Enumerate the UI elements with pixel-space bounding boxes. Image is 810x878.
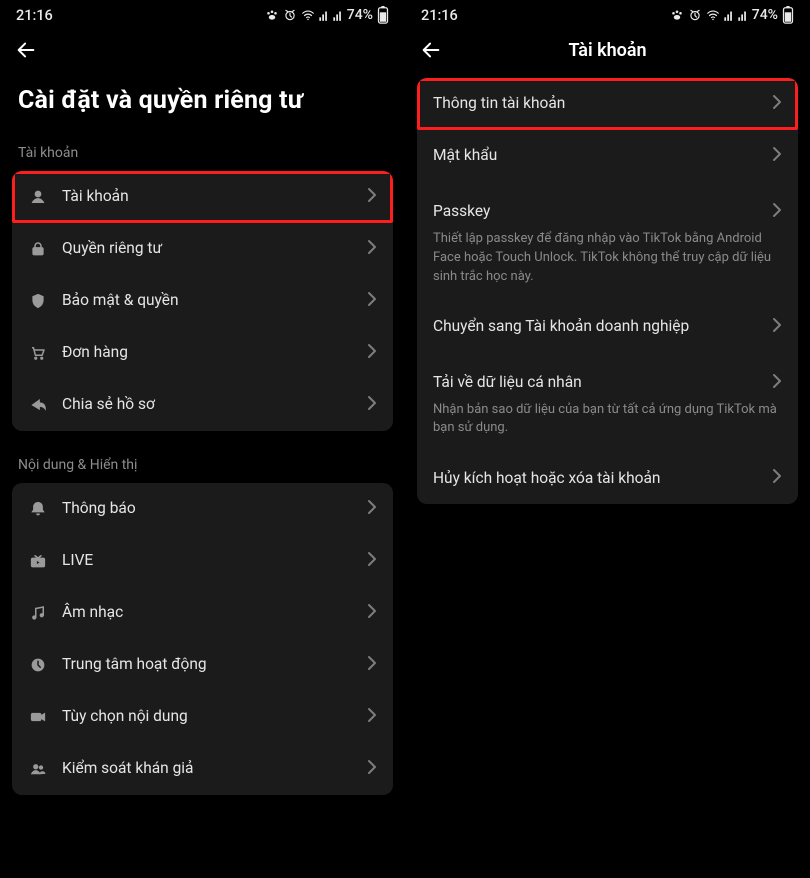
row-label: Tùy chọn nội dung bbox=[62, 707, 353, 726]
row-deactivate[interactable]: Hủy kích hoạt hoặc xóa tài khoản bbox=[417, 452, 798, 504]
user-icon bbox=[28, 187, 48, 207]
battery-text: 74% bbox=[347, 7, 373, 23]
row-download-data[interactable]: Tải về dữ liệu cá nhân bbox=[417, 353, 798, 405]
chevron-right-icon bbox=[367, 707, 377, 727]
battery-icon bbox=[782, 6, 794, 24]
row-orders[interactable]: Đơn hàng bbox=[12, 327, 393, 379]
screen-title: Tài khoản bbox=[417, 40, 798, 61]
battery-icon bbox=[377, 6, 389, 24]
paw-icon bbox=[265, 8, 279, 22]
status-bar: 21:16 74% bbox=[405, 0, 810, 30]
row-account-info[interactable]: Thông tin tài khoản bbox=[417, 78, 798, 130]
chevron-right-icon bbox=[367, 499, 377, 519]
signal-icon bbox=[724, 8, 734, 22]
audience-icon bbox=[28, 759, 48, 779]
row-label: Hủy kích hoạt hoặc xóa tài khoản bbox=[433, 469, 758, 488]
row-label: Kiểm soát khán giả bbox=[62, 759, 353, 778]
row-label: Thông báo bbox=[62, 499, 353, 518]
chevron-right-icon bbox=[367, 291, 377, 311]
row-audience-control[interactable]: Kiểm soát khán giả bbox=[12, 743, 393, 795]
wifi-icon bbox=[301, 8, 315, 22]
chevron-right-icon bbox=[367, 759, 377, 779]
back-button[interactable] bbox=[12, 36, 40, 64]
row-label: Đơn hàng bbox=[62, 343, 353, 362]
status-icons: 74% bbox=[265, 6, 389, 24]
share-icon bbox=[28, 395, 48, 415]
shield-icon bbox=[28, 291, 48, 311]
row-account[interactable]: Tài khoản bbox=[12, 171, 393, 223]
status-time: 21:16 bbox=[421, 7, 458, 24]
chevron-right-icon bbox=[772, 468, 782, 488]
alarm-icon bbox=[283, 8, 297, 22]
row-label: Tài khoản bbox=[62, 187, 353, 206]
settings-screen: 21:16 74% Cài đặt và quyền riêng tư Tài … bbox=[0, 0, 405, 878]
row-label: Trung tâm hoạt động bbox=[62, 655, 353, 674]
row-share-profile[interactable]: Chia sẻ hồ sơ bbox=[12, 379, 393, 431]
row-business-account[interactable]: Chuyển sang Tài khoản doanh nghiệp bbox=[417, 301, 798, 353]
row-label: Tải về dữ liệu cá nhân bbox=[433, 373, 758, 392]
row-label: Thông tin tài khoản bbox=[433, 94, 758, 113]
row-label: Mật khẩu bbox=[433, 146, 758, 165]
chevron-right-icon bbox=[772, 146, 782, 166]
row-label: Bảo mật & quyền bbox=[62, 291, 353, 310]
row-activity-center[interactable]: Trung tâm hoạt động bbox=[12, 639, 393, 691]
signal-icon bbox=[319, 8, 329, 22]
chevron-right-icon bbox=[367, 395, 377, 415]
chevron-right-icon bbox=[772, 202, 782, 222]
row-content-prefs[interactable]: Tùy chọn nội dung bbox=[12, 691, 393, 743]
status-icons: 74% bbox=[670, 6, 794, 24]
row-label: Passkey bbox=[433, 202, 758, 221]
row-label: LIVE bbox=[62, 551, 353, 570]
row-music[interactable]: Âm nhạc bbox=[12, 587, 393, 639]
wifi-icon bbox=[706, 8, 720, 22]
row-label: Chia sẻ hồ sơ bbox=[62, 395, 353, 414]
page-title: Cài đặt và quyền riêng tư bbox=[0, 70, 405, 141]
chevron-right-icon bbox=[367, 603, 377, 623]
row-label: Quyền riêng tư bbox=[62, 239, 353, 258]
chevron-right-icon bbox=[367, 187, 377, 207]
row-password[interactable]: Mật khẩu bbox=[417, 130, 798, 182]
status-bar: 21:16 74% bbox=[0, 0, 405, 30]
chevron-right-icon bbox=[367, 655, 377, 675]
chevron-right-icon bbox=[772, 373, 782, 393]
row-label: Âm nhạc bbox=[62, 603, 353, 622]
status-time: 21:16 bbox=[16, 7, 53, 24]
card-account-settings: Thông tin tài khoản Mật khẩu Passkey Thi… bbox=[417, 78, 798, 504]
signal-icon-2 bbox=[738, 8, 748, 22]
row-live[interactable]: LIVE bbox=[12, 535, 393, 587]
row-label: Chuyển sang Tài khoản doanh nghiệp bbox=[433, 317, 758, 336]
live-icon bbox=[28, 551, 48, 571]
paw-icon bbox=[670, 8, 684, 22]
video-icon bbox=[28, 707, 48, 727]
row-download-data-desc: Nhận bản sao dữ liệu của bạn từ tất cả ứ… bbox=[417, 401, 798, 453]
row-passkey-desc: Thiết lập passkey để đăng nhập vào TikTo… bbox=[417, 230, 798, 301]
card-account: Tài khoản Quyền riêng tư Bảo mật & bbox=[12, 171, 393, 431]
battery-text: 74% bbox=[752, 7, 778, 23]
account-screen: 21:16 74% Tài khoản Thông tin tài khoản bbox=[405, 0, 810, 878]
chevron-right-icon bbox=[772, 317, 782, 337]
cart-icon bbox=[28, 343, 48, 363]
chevron-right-icon bbox=[367, 551, 377, 571]
topbar bbox=[0, 30, 405, 70]
chevron-right-icon bbox=[772, 94, 782, 114]
section-label-account: Tài khoản bbox=[0, 141, 405, 171]
row-notifications[interactable]: Thông báo bbox=[12, 483, 393, 535]
arrow-left-icon bbox=[15, 39, 37, 61]
row-security[interactable]: Bảo mật & quyền bbox=[12, 275, 393, 327]
signal-icon-2 bbox=[333, 8, 343, 22]
alarm-icon bbox=[688, 8, 702, 22]
music-icon bbox=[28, 603, 48, 623]
lock-icon bbox=[28, 239, 48, 259]
bell-icon bbox=[28, 499, 48, 519]
topbar: Tài khoản bbox=[405, 30, 810, 70]
chevron-right-icon bbox=[367, 343, 377, 363]
row-passkey[interactable]: Passkey bbox=[417, 182, 798, 234]
chevron-right-icon bbox=[367, 239, 377, 259]
section-label-content: Nội dung & Hiển thị bbox=[0, 453, 405, 483]
row-privacy[interactable]: Quyền riêng tư bbox=[12, 223, 393, 275]
card-content: Thông báo LIVE Âm nhạc bbox=[12, 483, 393, 795]
clock-icon bbox=[28, 655, 48, 675]
